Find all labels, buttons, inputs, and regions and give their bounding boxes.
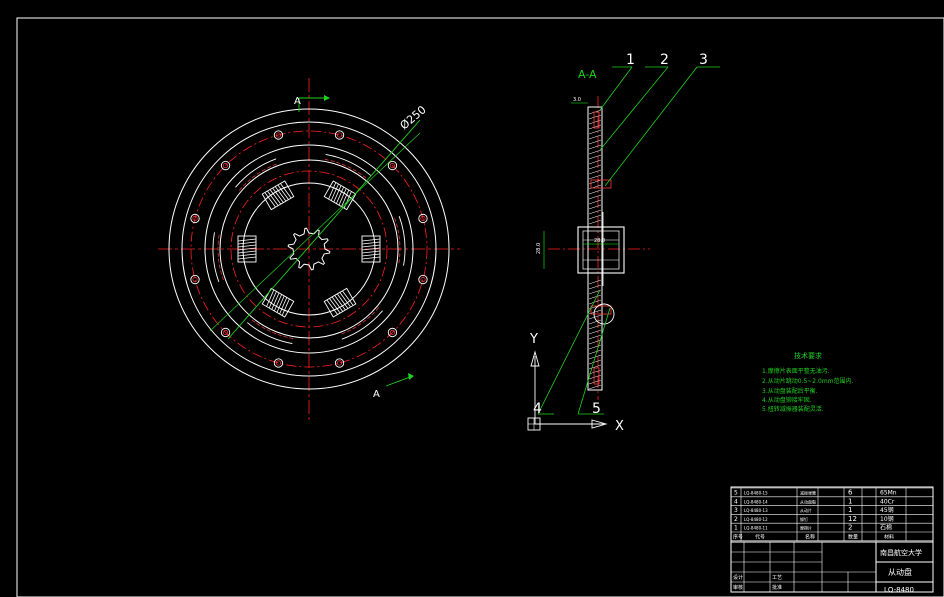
bom-row: 4 LQ-8480-14 从动盘毂 1 40Cr — [734, 497, 895, 505]
balloon-3: 3 — [699, 52, 708, 68]
part-name: 从动盘 — [888, 567, 912, 577]
section-title: A-A — [578, 68, 597, 81]
bom-no: 5 — [734, 490, 738, 497]
section-arrow-bottom — [385, 376, 411, 387]
rivet-outer — [334, 358, 345, 368]
bom-name: 从动片 — [800, 507, 812, 513]
note-5: 5.扭转减振器装配灵活. — [762, 405, 824, 413]
section-arrowhead-top — [324, 95, 330, 101]
bom-code: LQ-8480-13 — [744, 508, 768, 513]
bom-header-cell: 序号 — [733, 534, 743, 541]
slot-arc — [398, 216, 406, 266]
bom-row: 5 LQ-8480-15 减振弹簧 6 65Mn — [734, 489, 897, 497]
slot-arc — [341, 310, 383, 340]
notes-heading: 技术要求 — [794, 351, 822, 360]
note-2: 2.从动片跳动0.5~2.0mm范围内. — [762, 377, 854, 385]
bom-code: LQ-8480-15 — [744, 491, 768, 496]
section-arrowhead-bottom — [408, 373, 414, 380]
bom-qty: 2 — [848, 524, 852, 532]
bom-header-cell: 名称 — [805, 534, 815, 541]
slot-arc — [325, 154, 371, 176]
bom-code: LQ-8480-11 — [744, 526, 768, 531]
bom-qty: 12 — [848, 515, 857, 523]
bom-name: 减振弹簧 — [800, 490, 816, 496]
row-label-approve: 批准 — [772, 584, 782, 591]
bom-name: 铆钉 — [800, 516, 808, 522]
bom-code: LQ-8480-14 — [744, 499, 768, 504]
ucs-icon: Y X — [527, 332, 624, 434]
bom-no: 4 — [734, 498, 738, 505]
damper-spring — [323, 180, 357, 211]
hub-height-dim: 28.0 — [536, 243, 542, 254]
top-dim: 3.0 — [573, 97, 581, 103]
row-label-design: 设计 — [733, 574, 743, 581]
disc-section-outline — [587, 106, 603, 391]
balloon-4: 4 — [533, 401, 542, 417]
bill-of-materials: 5 LQ-8480-15 减振弹簧 6 65Mn 4 LQ-8480-14 从动盘毂 1 40Cr… — [730, 487, 934, 542]
drawing-number: LQ-8480 — [884, 586, 914, 594]
title-block: 5 LQ-8480-15 减振弹簧 6 65Mn 4 LQ-8480-14 从动盘毂 1 40Cr… — [730, 486, 934, 594]
technical-requirements: 技术要求 1.摩擦片表面平整无油污. 2.从动片跳动0.5~2.0mm范围内. … — [762, 351, 854, 413]
bom-no: 3 — [734, 507, 738, 514]
section-marker-bottom: A — [373, 389, 380, 400]
section-marker-top: A — [294, 96, 301, 107]
damper-spring — [323, 287, 357, 318]
bom-header-cell: 代号 — [755, 534, 765, 541]
bom-material: 10钢 — [880, 515, 894, 523]
hub-width-dim: 28.0 — [594, 238, 605, 244]
note-4: 4.从动盘铆接牢固. — [762, 396, 812, 404]
note-3: 3.从动盘装配后平衡. — [762, 387, 818, 395]
school-name: 南昌航空大学 — [880, 548, 922, 557]
diameter-leader — [209, 132, 421, 332]
note-1: 1.摩擦片表面平整无油污. — [762, 367, 830, 375]
damper-spring — [261, 287, 295, 318]
rivet-inner — [336, 360, 343, 366]
bom-code: LQ-8480-12 — [744, 517, 768, 522]
ucs-x-label: X — [615, 419, 624, 434]
rivet-outer — [334, 130, 345, 140]
rivet-inner — [192, 276, 198, 283]
front-view: A A Ø250 — [158, 78, 460, 420]
hub-section — [577, 226, 625, 274]
bom-material: 45钢 — [880, 506, 894, 514]
bom-no: 1 — [734, 525, 738, 532]
bom-row: 3 LQ-8480-13 从动片 1 45钢 — [734, 506, 894, 514]
row-label-process: 工艺 — [772, 575, 782, 581]
bom-name: 摩擦片 — [800, 525, 812, 531]
slot-arc — [212, 232, 220, 282]
bom-qty: 1 — [848, 506, 852, 514]
bom-qty: 6 — [848, 489, 853, 497]
bom-material: 65Mn — [880, 490, 897, 497]
slot-arc — [247, 322, 293, 344]
rivet-outer — [190, 274, 200, 285]
spring-window-top — [590, 179, 612, 189]
bom-qty: 1 — [848, 497, 852, 505]
section-cut-line — [227, 119, 421, 340]
balloon-5: 5 — [592, 401, 601, 417]
bom-row: 1 LQ-8480-11 摩擦片 2 石棉 — [734, 524, 892, 532]
bom-no: 2 — [734, 516, 738, 523]
ucs-y-label: Y — [529, 332, 538, 347]
rivet-outer — [418, 274, 428, 285]
balloon-2: 2 — [660, 52, 669, 68]
slot-arc — [235, 158, 277, 188]
bom-row: 2 LQ-8480-12 铆钉 12 10钢 — [734, 515, 894, 523]
damper-spring — [261, 180, 295, 211]
section-view: A-A 28.0 28.0 3.0 1 2 3 4 5 — [533, 52, 720, 417]
bom-material: 40Cr — [880, 498, 895, 505]
disc-hatching — [588, 109, 602, 390]
row-label-review: 审核 — [733, 584, 743, 591]
rivet-inner — [420, 276, 426, 283]
bom-header-cell: 材料 — [884, 534, 894, 541]
balloon-1: 1 — [626, 52, 635, 68]
bom-material: 石棉 — [880, 524, 892, 532]
cad-drawing-canvas[interactable]: A A Ø250 A-A 28.0 28.0 3.0 1 2 3 4 5 Y X… — [0, 0, 944, 597]
bom-header-cell: 数量 — [848, 534, 858, 541]
bom-name: 从动盘毂 — [800, 498, 816, 504]
